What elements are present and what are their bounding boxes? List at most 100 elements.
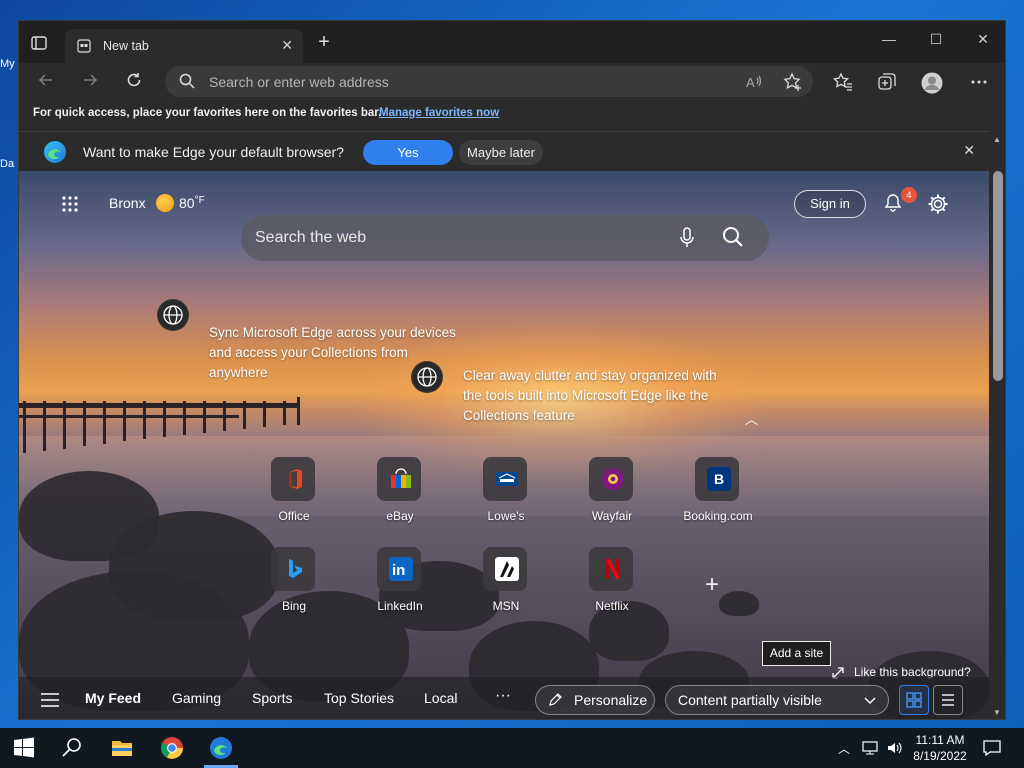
edge-taskbar-icon[interactable]: [209, 736, 233, 760]
tile-box: [589, 457, 633, 501]
favorites-button[interactable]: [832, 72, 853, 92]
chrome-icon[interactable]: [160, 736, 184, 760]
profile-avatar-icon: [921, 72, 943, 94]
hamburger-menu-icon[interactable]: [41, 693, 59, 707]
tile-ebay[interactable]: eBay: [370, 457, 430, 537]
read-aloud-icon[interactable]: A: [745, 73, 763, 91]
volume-icon[interactable]: [886, 740, 904, 756]
scroll-up-icon[interactable]: ▲: [993, 135, 1001, 144]
scroll-down-icon[interactable]: ▼: [993, 708, 1001, 717]
feed-tab-top-stories[interactable]: Top Stories: [324, 690, 394, 706]
microphone-icon[interactable]: [679, 227, 695, 249]
tile-netflix[interactable]: Netflix: [582, 547, 642, 627]
grid-view-button[interactable]: [899, 685, 929, 715]
address-input[interactable]: [209, 66, 709, 97]
system-clock[interactable]: 11:11 AM 8/19/2022: [908, 732, 972, 764]
globe-icon: [411, 361, 443, 393]
feed-navigation-bar: My Feed Gaming Sports Top Stories Local …: [19, 677, 989, 719]
personalize-button[interactable]: Personalize: [535, 685, 655, 715]
add-site-plus-icon[interactable]: +: [705, 571, 719, 599]
banner-close-button[interactable]: ✕: [963, 142, 975, 159]
sign-in-button[interactable]: Sign in: [794, 190, 866, 218]
ebay-icon: [391, 468, 411, 488]
maximize-button[interactable]: ☐: [926, 31, 946, 48]
web-search-box[interactable]: [241, 215, 769, 261]
notification-center-icon[interactable]: [982, 738, 1002, 758]
scrollbar-thumb[interactable]: [993, 171, 1003, 381]
feed-tab-sports[interactable]: Sports: [252, 690, 292, 706]
forward-arrow-icon: [84, 74, 98, 86]
forward-button[interactable]: [79, 71, 101, 93]
tile-booking[interactable]: B Booking.com: [683, 457, 753, 537]
desktop-icon-label[interactable]: Da: [0, 158, 18, 170]
feed-tab-my-feed[interactable]: My Feed: [85, 690, 141, 706]
minimize-button[interactable]: —: [879, 31, 899, 47]
feed-tab-local[interactable]: Local: [424, 690, 457, 706]
tile-label: Wayfair: [591, 509, 633, 523]
tray-expand-chevron-icon[interactable]: ︿: [838, 740, 850, 757]
tile-box: [483, 547, 527, 591]
collections-icon: [878, 73, 896, 90]
tile-wayfair[interactable]: Wayfair: [582, 457, 642, 537]
back-arrow-icon: [38, 74, 52, 86]
search-taskbar-icon[interactable]: [60, 736, 84, 760]
window-close-button[interactable]: ✕: [973, 31, 993, 48]
pier-silhouette: [19, 397, 300, 453]
list-view-icon: [942, 694, 954, 706]
list-view-button[interactable]: [933, 685, 963, 715]
new-tab-button[interactable]: +: [313, 31, 335, 54]
tile-linkedin[interactable]: in LinkedIn: [370, 547, 430, 627]
add-favorite-icon[interactable]: [783, 72, 803, 92]
address-bar[interactable]: A: [165, 66, 813, 97]
tile-office[interactable]: Office: [264, 457, 324, 537]
globe-icon: [157, 299, 189, 331]
content-visibility-dropdown[interactable]: Content partially visible: [665, 685, 889, 715]
tile-label: Netflix: [595, 599, 629, 613]
network-icon[interactable]: [862, 740, 880, 756]
maybe-later-button[interactable]: Maybe later: [459, 140, 543, 165]
temperature-value: 80: [179, 195, 195, 211]
tile-box: B: [695, 457, 739, 501]
desktop-icon-label[interactable]: My: [0, 58, 18, 70]
back-button[interactable]: [35, 71, 57, 93]
page-settings-gear-icon[interactable]: [927, 193, 949, 215]
notifications-bell-icon[interactable]: [883, 193, 903, 213]
temperature-unit: °F: [194, 195, 205, 206]
favorites-bar: For quick access, place your favorites h…: [19, 101, 1005, 131]
manage-favorites-link[interactable]: Manage favorites now: [379, 107, 499, 119]
tile-lowes[interactable]: Lowe's: [476, 457, 536, 537]
tile-box: [589, 547, 633, 591]
file-explorer-icon[interactable]: [110, 736, 134, 760]
collapse-chevron-up-icon[interactable]: ︿: [745, 409, 758, 428]
sunny-weather-icon: [156, 194, 174, 212]
favorites-icon: [832, 72, 852, 91]
weather-temperature[interactable]: 80°F: [179, 195, 205, 211]
svg-text:in: in: [392, 562, 405, 579]
tile-box: in: [377, 547, 421, 591]
feed-tab-gaming[interactable]: Gaming: [172, 690, 221, 706]
add-site-tooltip: Add a site: [762, 641, 831, 666]
edge-window: New tab ✕ + — ☐ ✕ A: [18, 20, 1006, 720]
tab-close-button[interactable]: ✕: [281, 37, 293, 54]
weather-city[interactable]: Bronx: [109, 195, 146, 211]
clock-date: 8/19/2022: [913, 749, 967, 763]
tile-label: Booking.com: [683, 509, 753, 523]
tab-new-tab[interactable]: New tab ✕: [65, 29, 303, 63]
search-submit-icon[interactable]: [721, 225, 745, 249]
profile-button[interactable]: [921, 72, 943, 94]
feed-more-button[interactable]: ···: [495, 687, 511, 705]
windows-start-icon[interactable]: [12, 736, 36, 760]
tab-actions-icon[interactable]: [29, 33, 49, 53]
refresh-button[interactable]: [123, 71, 145, 93]
collections-button[interactable]: [877, 72, 897, 92]
settings-more-button[interactable]: [969, 72, 989, 92]
tile-bing[interactable]: Bing: [264, 547, 324, 627]
tile-msn[interactable]: MSN: [476, 547, 536, 627]
tile-box: [271, 547, 315, 591]
yes-button[interactable]: Yes: [363, 140, 453, 165]
web-search-input[interactable]: [255, 215, 655, 261]
default-browser-banner: Want to make Edge your default browser? …: [19, 131, 989, 171]
tile-label: Bing: [281, 599, 307, 613]
apps-launcher-icon[interactable]: [61, 195, 79, 213]
page-scrollbar[interactable]: ▲ ▼: [989, 131, 1005, 719]
